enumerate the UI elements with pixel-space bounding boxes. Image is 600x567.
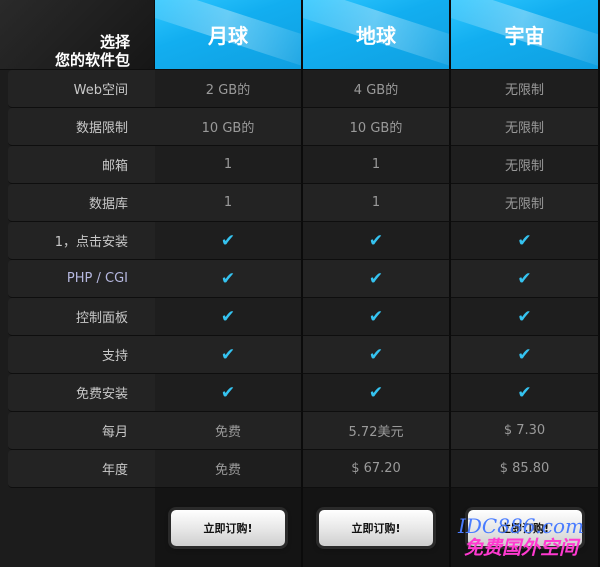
order-now-button-earth[interactable]: 立即订购! [319,509,433,546]
check-icon: ✔ [451,222,600,260]
check-icon: ✔ [155,374,303,412]
cell-data-limit-earth: 10 GB的 [303,108,451,146]
check-icon: ✔ [303,336,451,374]
pricing-table: 选择 您的软件包 月球 地球 宇宙 Web空间 2 GB的 4 GB的 无限制 … [0,0,600,567]
plan-header-earth: 地球 [303,0,451,70]
row-label-mailbox: 邮箱 [8,146,155,184]
cell-mailbox-universe: 无限制 [451,146,600,184]
cell-mailbox-moon: 1 [155,146,303,184]
footer-spacer [0,488,155,567]
check-icon: ✔ [303,374,451,412]
cell-monthly-moon: 免费 [155,412,303,450]
cell-web-space-moon: 2 GB的 [155,70,303,108]
check-icon: ✔ [451,374,600,412]
cell-database-universe: 无限制 [451,184,600,222]
plan-header-universe: 宇宙 [451,0,600,70]
heading-line-2: 您的软件包 [54,51,130,69]
cell-web-space-universe: 无限制 [451,70,600,108]
check-icon: ✔ [451,260,600,298]
footer-moon: 立即订购! [155,488,303,567]
order-now-button-universe[interactable]: 立即订购! [467,509,582,546]
row-label-data-limit: 数据限制 [8,108,155,146]
cell-yearly-moon: 免费 [155,450,303,488]
row-label-php-cgi: PHP / CGI [8,260,155,298]
cell-monthly-universe: $ 7.30 [451,412,600,450]
row-label-support: 支持 [8,336,155,374]
row-label-database: 数据库 [8,184,155,222]
check-icon: ✔ [303,260,451,298]
check-icon: ✔ [155,260,303,298]
plan-header-moon: 月球 [155,0,303,70]
row-label-control-panel: 控制面板 [8,298,155,336]
cell-database-earth: 1 [303,184,451,222]
footer-earth: 立即订购! [303,488,451,567]
check-icon: ✔ [155,222,303,260]
row-label-web-space: Web空间 [8,70,155,108]
row-label-free-install: 免费安装 [8,374,155,412]
cell-yearly-universe: $ 85.80 [451,450,600,488]
cell-monthly-earth: 5.72美元 [303,412,451,450]
check-icon: ✔ [303,222,451,260]
cell-data-limit-universe: 无限制 [451,108,600,146]
check-icon: ✔ [451,336,600,374]
row-label-one-click-install: 1，点击安装 [8,222,155,260]
check-icon: ✔ [303,298,451,336]
cell-database-moon: 1 [155,184,303,222]
footer-universe: 立即订购! [451,488,600,567]
row-label-monthly: 每月 [8,412,155,450]
cell-yearly-earth: $ 67.20 [303,450,451,488]
choose-package-heading: 选择 您的软件包 [0,0,155,70]
check-icon: ✔ [155,336,303,374]
check-icon: ✔ [451,298,600,336]
cell-web-space-earth: 4 GB的 [303,70,451,108]
order-now-button-moon[interactable]: 立即订购! [171,509,285,546]
row-label-yearly: 年度 [8,450,155,488]
cell-mailbox-earth: 1 [303,146,451,184]
cell-data-limit-moon: 10 GB的 [155,108,303,146]
check-icon: ✔ [155,298,303,336]
heading-line-1: 选择 [99,33,130,51]
